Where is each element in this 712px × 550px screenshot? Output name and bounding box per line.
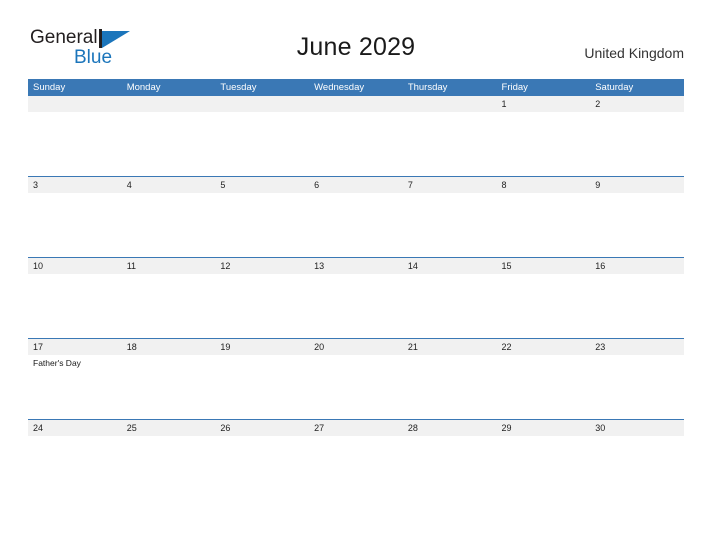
day-events-11 (122, 274, 216, 338)
day-events-4 (122, 193, 216, 257)
day-number-4[interactable]: 4 (122, 177, 216, 193)
day-events-empty (122, 112, 216, 176)
week-events-strip: Father's Day (28, 355, 684, 419)
day-number-18[interactable]: 18 (122, 339, 216, 355)
week-date-strip: 17 18 19 20 21 22 23 (28, 338, 684, 355)
day-events-23 (590, 355, 684, 419)
day-events-20 (309, 355, 403, 419)
week-events-strip (28, 274, 684, 338)
day-events-13 (309, 274, 403, 338)
week-date-strip: 24 25 26 27 28 29 30 (28, 419, 684, 436)
day-number-3[interactable]: 3 (28, 177, 122, 193)
weekday-header-saturday: Saturday (595, 82, 634, 93)
calendar-week-row: 12 (28, 96, 684, 176)
week-date-strip: 3456789 (28, 176, 684, 193)
day-number-30[interactable]: 30 (590, 420, 684, 436)
day-number-13[interactable]: 13 (309, 258, 403, 274)
day-events-27 (309, 436, 403, 500)
day-number-12[interactable]: 12 (215, 258, 309, 274)
day-number-14[interactable]: 14 (403, 258, 497, 274)
day-events-14 (403, 274, 497, 338)
day-events-29 (497, 436, 591, 500)
day-events-6 (309, 193, 403, 257)
day-number-empty (28, 96, 122, 112)
day-events-28 (403, 436, 497, 500)
day-events-17[interactable]: Father's Day (28, 355, 122, 419)
day-events-empty (309, 112, 403, 176)
day-events-15 (497, 274, 591, 338)
day-number-23[interactable]: 23 (590, 339, 684, 355)
calendar-week-row: 10 11 12 13 14 15 16 (28, 257, 684, 338)
day-number-10[interactable]: 10 (28, 258, 122, 274)
calendar-weeks: 1 2 3 4 5 6 7 8 9 10 11 12 13 14 15 16 17 18 19 20 21 22 23 Fat… (28, 96, 684, 500)
day-events-2 (590, 112, 684, 176)
day-events-21 (403, 355, 497, 419)
calendar-week-row: 3456789 (28, 176, 684, 257)
day-number-20[interactable]: 20 (309, 339, 403, 355)
day-events-16 (590, 274, 684, 338)
day-number-1[interactable]: 1 (497, 96, 591, 112)
day-number-29[interactable]: 29 (497, 420, 591, 436)
day-events-1 (497, 112, 591, 176)
calendar-page: General Blue June 2029 United Kingdom Su… (0, 0, 712, 550)
day-number-15[interactable]: 15 (497, 258, 591, 274)
day-number-empty (403, 96, 497, 112)
day-number-28[interactable]: 28 (403, 420, 497, 436)
calendar-week-row: 24 25 26 27 28 29 30 (28, 419, 684, 500)
weekday-header-monday: Monday (126, 82, 161, 93)
day-number-2[interactable]: 2 (590, 96, 684, 112)
day-events-18 (122, 355, 216, 419)
day-events-26 (215, 436, 309, 500)
day-events-12 (215, 274, 309, 338)
day-number-26[interactable]: 26 (215, 420, 309, 436)
day-number-21[interactable]: 21 (403, 339, 497, 355)
region-label: United Kingdom (584, 45, 684, 61)
holiday-label: Father's Day (33, 358, 81, 368)
day-events-25 (122, 436, 216, 500)
day-number-17[interactable]: 17 (28, 339, 122, 355)
day-events-empty (403, 112, 497, 176)
weekday-header-row: Sunday Monday Tuesday Wednesday Thursday Frid… (28, 79, 684, 96)
day-number-24[interactable]: 24 (28, 420, 122, 436)
day-events-19 (215, 355, 309, 419)
day-number-empty (215, 96, 309, 112)
day-number-16[interactable]: 16 (590, 258, 684, 274)
day-number-25[interactable]: 25 (122, 420, 216, 436)
week-date-strip: 12 (28, 96, 684, 112)
day-number-9[interactable]: 9 (590, 177, 684, 193)
weekday-header-tuesday: Tuesday (220, 82, 257, 93)
day-events-9 (590, 193, 684, 257)
week-events-strip (28, 193, 684, 257)
day-events-empty (215, 112, 309, 176)
day-number-empty (309, 96, 403, 112)
day-number-6[interactable]: 6 (309, 177, 403, 193)
day-events-22 (497, 355, 591, 419)
day-events-30 (590, 436, 684, 500)
day-events-24 (28, 436, 122, 500)
weekday-header-friday: Friday (501, 82, 528, 93)
day-events-10 (28, 274, 122, 338)
week-events-strip (28, 112, 684, 176)
day-number-5[interactable]: 5 (215, 177, 309, 193)
weekday-header-thursday: Thursday (407, 82, 448, 93)
day-number-22[interactable]: 22 (497, 339, 591, 355)
day-number-11[interactable]: 11 (122, 258, 216, 274)
calendar-week-row: 17 18 19 20 21 22 23 Father's Day (28, 338, 684, 419)
day-events-8 (497, 193, 591, 257)
day-number-empty (122, 96, 216, 112)
day-number-19[interactable]: 19 (215, 339, 309, 355)
weekday-header-wednesday: Wednesday (314, 82, 365, 93)
week-events-strip (28, 436, 684, 500)
day-events-7 (403, 193, 497, 257)
week-date-strip: 10 11 12 13 14 15 16 (28, 257, 684, 274)
day-number-7[interactable]: 7 (403, 177, 497, 193)
calendar-grid: Sunday Monday Tuesday Wednesday Thursday Frid… (28, 79, 684, 500)
weekday-header-sunday: Sunday (33, 82, 66, 93)
page-header: General Blue June 2029 United Kingdom (0, 0, 712, 78)
day-events-3 (28, 193, 122, 257)
day-number-27[interactable]: 27 (309, 420, 403, 436)
day-events-empty (28, 112, 122, 176)
day-events-5 (215, 193, 309, 257)
day-number-8[interactable]: 8 (497, 177, 591, 193)
